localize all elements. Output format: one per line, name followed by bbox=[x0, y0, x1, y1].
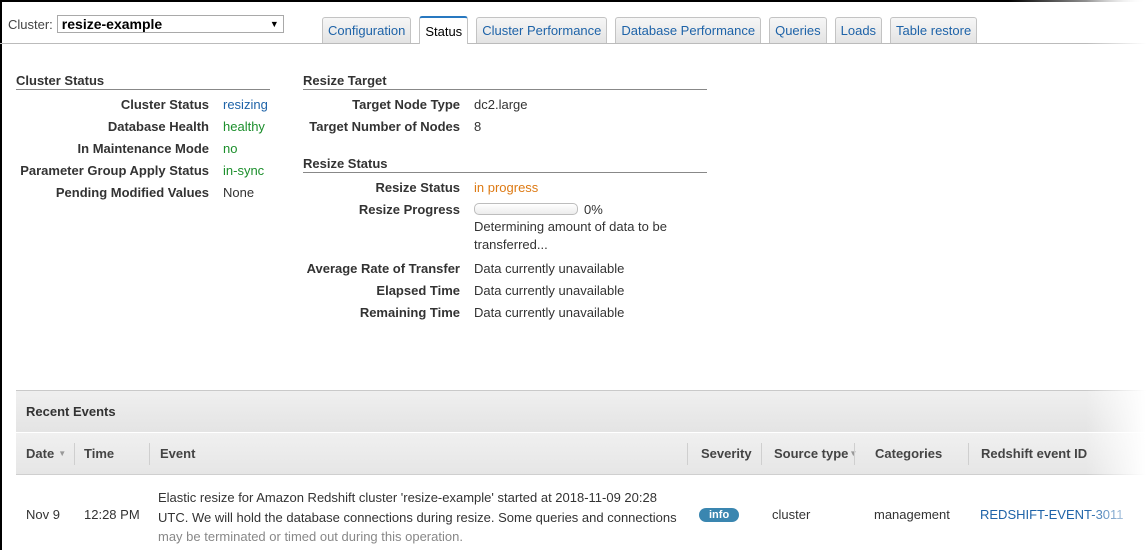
kv-average-rate: Average Rate of Transfer Data currently … bbox=[303, 257, 707, 279]
cluster-selector: Cluster: resize-example ▼ bbox=[8, 15, 284, 33]
tab-table-restore[interactable]: Table restore bbox=[890, 17, 978, 43]
table-row[interactable]: Nov 9 12:28 PM Elastic resize for Amazon… bbox=[16, 475, 1146, 551]
events-table-header: Date ▼ Time Event Severity Source type ▼… bbox=[16, 432, 1146, 475]
column-separator bbox=[687, 443, 688, 465]
kv-value: healthy bbox=[223, 118, 265, 134]
kv-remaining-time: Remaining Time Data currently unavailabl… bbox=[303, 301, 707, 323]
kv-target-number-of-nodes: Target Number of Nodes 8 bbox=[303, 115, 707, 137]
recent-events-panel: Recent Events Date ▼ Time Event Severity… bbox=[16, 390, 1146, 551]
column-source-type[interactable]: Source type ▼ bbox=[774, 446, 857, 461]
kv-value: Data currently unavailable bbox=[474, 282, 625, 298]
column-separator bbox=[968, 443, 969, 465]
section-title-resize-target: Resize Target bbox=[303, 73, 707, 90]
kv-key: In Maintenance Mode bbox=[77, 140, 209, 156]
kv-value: in progress bbox=[474, 179, 539, 195]
kv-key: Parameter Group Apply Status bbox=[20, 162, 209, 178]
tab-configuration[interactable]: Configuration bbox=[322, 17, 412, 43]
event-text-line: UTC. We will hold the database connectio… bbox=[158, 509, 677, 525]
column-separator bbox=[761, 443, 762, 465]
column-separator bbox=[74, 443, 75, 465]
cell-severity: info bbox=[699, 506, 740, 522]
tab-database-performance[interactable]: Database Performance bbox=[615, 17, 762, 43]
event-id-link[interactable]: REDSHIFT-EVENT-3011 bbox=[980, 507, 1124, 522]
kv-pending-modified-values: Pending Modified Values None bbox=[16, 181, 270, 203]
kv-target-node-type: Target Node Type dc2.large bbox=[303, 93, 707, 115]
kv-key: Target Node Type bbox=[352, 96, 460, 112]
event-text-line: Elastic resize for Amazon Redshift clust… bbox=[158, 490, 657, 505]
window-frame-left bbox=[0, 0, 2, 550]
column-severity[interactable]: Severity bbox=[701, 446, 752, 461]
resize-status-section: Resize Status Resize Status in progress … bbox=[303, 156, 707, 323]
kv-key: Remaining Time bbox=[359, 304, 460, 320]
kv-key: Resize Status bbox=[375, 179, 460, 195]
kv-value: resizing bbox=[223, 96, 268, 112]
cell-date: Nov 9 bbox=[26, 507, 60, 522]
tab-queries[interactable]: Queries bbox=[769, 17, 827, 43]
cell-source-type: cluster bbox=[772, 507, 811, 522]
kv-maintenance-mode: In Maintenance Mode no bbox=[16, 137, 270, 159]
kv-key: Target Number of Nodes bbox=[309, 118, 460, 134]
column-event[interactable]: Event bbox=[160, 446, 195, 461]
cluster-label: Cluster: bbox=[8, 16, 53, 32]
kv-value: 8 bbox=[474, 118, 482, 134]
column-date-label: Date bbox=[26, 446, 55, 461]
tab-loads[interactable]: Loads bbox=[834, 17, 883, 43]
tab-cluster-performance[interactable]: Cluster Performance bbox=[476, 17, 608, 43]
cluster-dropdown[interactable]: resize-example ▼ bbox=[56, 15, 284, 33]
kv-key: Pending Modified Values bbox=[55, 184, 209, 200]
kv-value: no bbox=[223, 140, 238, 156]
kv-value: Data currently unavailable bbox=[474, 260, 625, 276]
kv-value: dc2.large bbox=[474, 96, 528, 112]
resize-progress-bar bbox=[474, 203, 578, 215]
progress-container: 0% bbox=[474, 202, 603, 217]
kv-key: Resize Progress bbox=[358, 201, 460, 217]
tab-status[interactable]: Status bbox=[419, 16, 469, 44]
event-text-line: may be terminated or timed out during th… bbox=[158, 529, 463, 544]
resize-progress-note: Determining amount of data to be transfe… bbox=[474, 219, 667, 252]
section-title-resize-status: Resize Status bbox=[303, 156, 707, 173]
cluster-dropdown-value: resize-example bbox=[61, 16, 163, 32]
column-time[interactable]: Time bbox=[84, 446, 114, 461]
resize-target-section: Resize Target Target Node Type dc2.large… bbox=[303, 73, 707, 137]
kv-key: Database Health bbox=[107, 118, 209, 134]
section-title-cluster-status: Cluster Status bbox=[16, 73, 270, 90]
resize-progress-percent: 0% bbox=[584, 201, 603, 217]
cell-categories: management bbox=[874, 507, 950, 522]
sort-arrow-icon: ▼ bbox=[58, 449, 67, 458]
kv-value: None bbox=[223, 184, 255, 200]
column-date[interactable]: Date ▼ bbox=[26, 446, 66, 461]
recent-events-title: Recent Events bbox=[16, 390, 1146, 432]
kv-key: Cluster Status bbox=[120, 96, 209, 112]
tab-list: Configuration Status Cluster Performance… bbox=[322, 16, 985, 44]
kv-database-health: Database Health healthy bbox=[16, 115, 270, 137]
kv-resize-status: Resize Status in progress bbox=[303, 176, 707, 198]
kv-key: Average Rate of Transfer bbox=[306, 260, 460, 276]
kv-value: in-sync bbox=[223, 162, 265, 178]
dropdown-arrow-icon: ▼ bbox=[269, 19, 279, 29]
kv-parameter-group-status: Parameter Group Apply Status in-sync bbox=[16, 159, 270, 181]
window-frame-top bbox=[0, 0, 1146, 2]
kv-key: Elapsed Time bbox=[376, 282, 460, 298]
column-categories[interactable]: Categories bbox=[875, 446, 942, 461]
kv-elapsed-time: Elapsed Time Data currently unavailable bbox=[303, 279, 707, 301]
severity-badge: info bbox=[699, 508, 740, 522]
column-separator bbox=[149, 443, 150, 465]
column-source-type-label: Source type bbox=[774, 446, 849, 461]
cell-time: 12:28 PM bbox=[84, 507, 140, 522]
cell-event: Elastic resize for Amazon Redshift clust… bbox=[158, 488, 698, 547]
column-event-id[interactable]: Redshift event ID bbox=[981, 446, 1087, 461]
column-separator bbox=[854, 443, 855, 465]
cluster-status-section: Cluster Status Cluster Status resizing D… bbox=[16, 73, 270, 203]
kv-value: Data currently unavailable bbox=[474, 304, 625, 320]
kv-resize-progress: Resize Progress 0% bbox=[303, 198, 707, 220]
kv-cluster-status: Cluster Status resizing bbox=[16, 93, 270, 115]
